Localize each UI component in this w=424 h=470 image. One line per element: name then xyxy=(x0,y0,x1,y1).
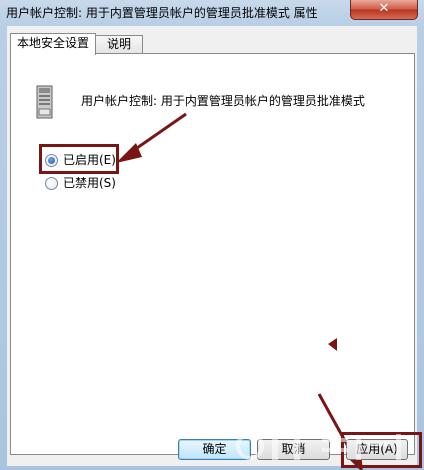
tab-label: 本地安全设置 xyxy=(16,36,89,50)
annotation-arrow-icon xyxy=(328,338,337,351)
tab-explain[interactable]: 说明 xyxy=(95,35,143,53)
properties-dialog: 用户帐户控制: 用于内置管理员帐户的管理员批准模式 属性 ✕ 本地安全设置 说明… xyxy=(0,0,424,470)
server-icon xyxy=(36,85,53,119)
radio-label: 已禁用(S) xyxy=(63,176,116,190)
policy-name: 用户帐户控制: 用于内置管理员帐户的管理员批准模式 xyxy=(81,94,365,108)
radio-button[interactable] xyxy=(45,177,58,190)
settings-panel: 用户帐户控制: 用于内置管理员帐户的管理员批准模式 已启用(E) 已禁用(S) xyxy=(10,53,415,470)
tab-label: 说明 xyxy=(106,37,131,51)
dialog-client-area: 本地安全设置 说明 用户帐户控制: 用于内置管理员帐户的管理员批准模式 已启用(… xyxy=(7,26,417,470)
close-button[interactable]: ✕ xyxy=(350,0,418,20)
annotation-arrow-icon xyxy=(116,112,187,163)
radio-disabled[interactable]: 已禁用(S) xyxy=(45,174,116,191)
title-bar[interactable]: 用户帐户控制: 用于内置管理员帐户的管理员批准模式 属性 ✕ xyxy=(0,0,424,26)
close-icon: ✕ xyxy=(378,1,390,16)
tab-local-security-setting[interactable]: 本地安全设置 xyxy=(10,33,96,55)
watermark-logo xyxy=(236,432,401,460)
window-title: 用户帐户控制: 用于内置管理员帐户的管理员批准模式 属性 xyxy=(6,6,318,20)
